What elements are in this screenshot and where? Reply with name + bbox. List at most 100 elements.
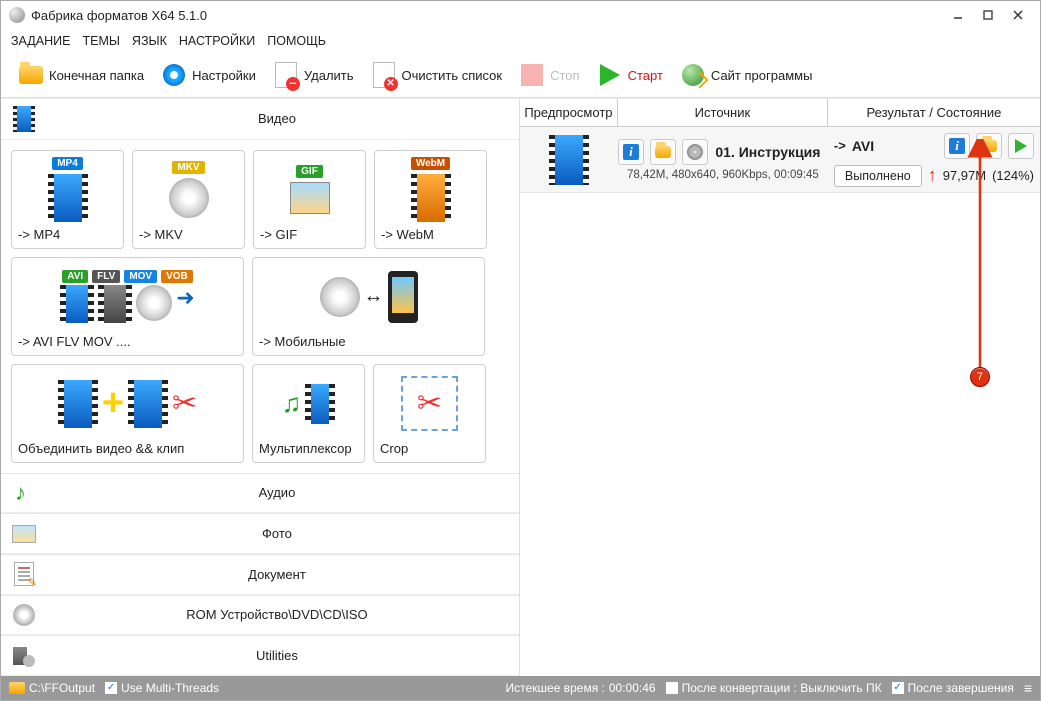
tile-join[interactable]: + ✂ Объединить видео && клип	[11, 364, 244, 463]
menu-bar: ЗАДАНИЕ ТЕМЫ ЯЗЫК НАСТРОЙКИ ПОМОЩЬ	[1, 29, 1040, 53]
utilities-icon	[13, 645, 35, 667]
category-rom-header[interactable]: ROM Устройство\DVD\CD\ISO	[1, 595, 519, 636]
arrow-icon: ➜	[176, 285, 194, 323]
settings-button[interactable]: Настройки	[154, 59, 264, 91]
size-up-icon: ↑	[928, 165, 937, 186]
badge-mkv: MKV	[172, 161, 204, 174]
folder-icon	[9, 682, 25, 694]
delete-button[interactable]: Удалить	[266, 59, 362, 91]
scissors-icon: ✂	[172, 386, 197, 421]
job-folder-button[interactable]	[650, 139, 676, 165]
elapsed-value: 00:00:46	[609, 681, 656, 695]
document-icon	[14, 562, 34, 586]
annotation-bubble: 7	[970, 367, 990, 387]
clear-label: Очистить список	[402, 68, 503, 83]
disc-thumb-icon	[136, 285, 172, 321]
checkbox-icon[interactable]: ✓	[666, 682, 678, 694]
settings-label: Настройки	[192, 68, 256, 83]
audio-icon	[13, 482, 35, 504]
folder-icon	[981, 140, 997, 152]
menu-themes[interactable]: ТЕМЫ	[82, 34, 119, 48]
status-output-path[interactable]: C:\FFOutput	[9, 681, 95, 695]
stop-button[interactable]: Стоп	[512, 59, 587, 91]
tile-mkv[interactable]: MKV -> MKV	[132, 150, 245, 249]
category-document-header[interactable]: Документ	[1, 554, 519, 595]
category-utilities-header[interactable]: Utilities	[1, 635, 519, 676]
job-row[interactable]: i 01. Инструкция 78,42M, 480x640, 960Kbp…	[520, 127, 1040, 193]
tile-crop[interactable]: ✂ Crop	[373, 364, 486, 463]
job-target: AVI	[852, 138, 874, 154]
globe-icon	[682, 64, 704, 86]
checkbox-icon[interactable]: ✓	[892, 682, 904, 694]
stop-label: Стоп	[550, 68, 579, 83]
status-menu-icon[interactable]: ≡	[1024, 680, 1032, 696]
tile-mp4-label: -> MP4	[18, 227, 117, 242]
tile-join-label: Объединить видео && клип	[18, 441, 237, 456]
tile-avi-flv-mov[interactable]: AVI FLV MOV VOB ➜ -> AVI FLV MOV ....	[11, 257, 244, 356]
tile-mobile[interactable]: ↔ -> Мобильные	[252, 257, 485, 356]
plus-icon: +	[102, 382, 124, 425]
delete-icon	[275, 62, 297, 88]
tile-webm[interactable]: WebM -> WebM	[374, 150, 487, 249]
category-audio-header[interactable]: Аудио	[1, 473, 519, 514]
job-info-button[interactable]: i	[618, 139, 644, 165]
job-preview-icon	[549, 135, 589, 185]
disc-thumb-icon	[169, 178, 209, 218]
category-document-label: Документ	[45, 567, 509, 582]
website-label: Сайт программы	[711, 68, 813, 83]
job-meta: 78,42M, 480x640, 960Kbps, 00:09:45	[618, 169, 828, 181]
clear-list-button[interactable]: Очистить список	[364, 59, 511, 91]
result-folder-button[interactable]	[976, 133, 1002, 159]
tile-mp4[interactable]: MP4 -> MP4	[11, 150, 124, 249]
output-folder-button[interactable]: Конечная папка	[11, 59, 152, 91]
info-icon: i	[623, 144, 639, 160]
tile-aviflv-label: -> AVI FLV MOV ....	[18, 334, 237, 349]
crop-frame-icon: ✂	[401, 376, 458, 431]
status-after-conversion[interactable]: ✓ После конвертации : Выключить ПК	[666, 681, 882, 695]
badge-webm: WebM	[411, 157, 450, 170]
maximize-button[interactable]	[974, 5, 1002, 25]
music-icon: ♫	[282, 388, 302, 419]
job-status-button[interactable]: Выполнено	[834, 165, 922, 187]
disc-icon	[13, 604, 35, 626]
menu-help[interactable]: ПОМОЩЬ	[267, 34, 326, 48]
start-button[interactable]: Старт	[590, 59, 671, 91]
menu-task[interactable]: ЗАДАНИЕ	[11, 34, 70, 48]
category-video-header[interactable]: Видео	[1, 99, 519, 140]
film-thumb-icon	[411, 174, 451, 222]
status-bar: C:\FFOutput ✓ Use Multi-Threads Истекшее…	[1, 676, 1040, 700]
toolbar: Конечная папка Настройки Удалить Очистит…	[1, 53, 1040, 98]
threads-label: Use Multi-Threads	[121, 681, 219, 695]
app-icon	[9, 7, 25, 23]
minimize-button[interactable]	[944, 5, 972, 25]
result-info-button[interactable]: i	[944, 133, 970, 159]
status-after-done[interactable]: ✓ После завершения	[892, 681, 1014, 695]
photo-icon	[12, 525, 36, 543]
clear-icon	[373, 62, 395, 88]
tile-mux[interactable]: ♫ Мультиплексор	[252, 364, 365, 463]
website-button[interactable]: Сайт программы	[673, 59, 821, 91]
tile-gif[interactable]: GIF -> GIF	[253, 150, 366, 249]
close-button[interactable]	[1004, 5, 1032, 25]
category-photo-header[interactable]: Фото	[1, 513, 519, 554]
output-folder-label: Конечная папка	[49, 68, 144, 83]
menu-settings[interactable]: НАСТРОЙКИ	[179, 34, 255, 48]
job-size: 97,97M	[943, 168, 986, 183]
col-result: Результат / Состояние	[828, 99, 1040, 126]
badge-avi: AVI	[62, 270, 88, 283]
category-video-label: Видео	[45, 111, 509, 126]
film-thumb-icon	[128, 380, 168, 428]
category-photo-label: Фото	[45, 526, 509, 541]
scissors-icon: ✂	[417, 387, 442, 420]
window-title: Фабрика форматов X64 5.1.0	[31, 8, 207, 23]
after-done-label: После завершения	[908, 681, 1014, 695]
checkbox-icon[interactable]: ✓	[105, 682, 117, 694]
video-icon	[13, 106, 35, 132]
play-icon	[1015, 139, 1027, 153]
result-play-button[interactable]	[1008, 133, 1034, 159]
badge-flv: FLV	[92, 270, 120, 283]
job-settings-button[interactable]	[682, 139, 708, 165]
col-source: Источник	[618, 99, 828, 126]
menu-language[interactable]: ЯЗЫК	[132, 34, 167, 48]
status-threads[interactable]: ✓ Use Multi-Threads	[105, 681, 219, 695]
